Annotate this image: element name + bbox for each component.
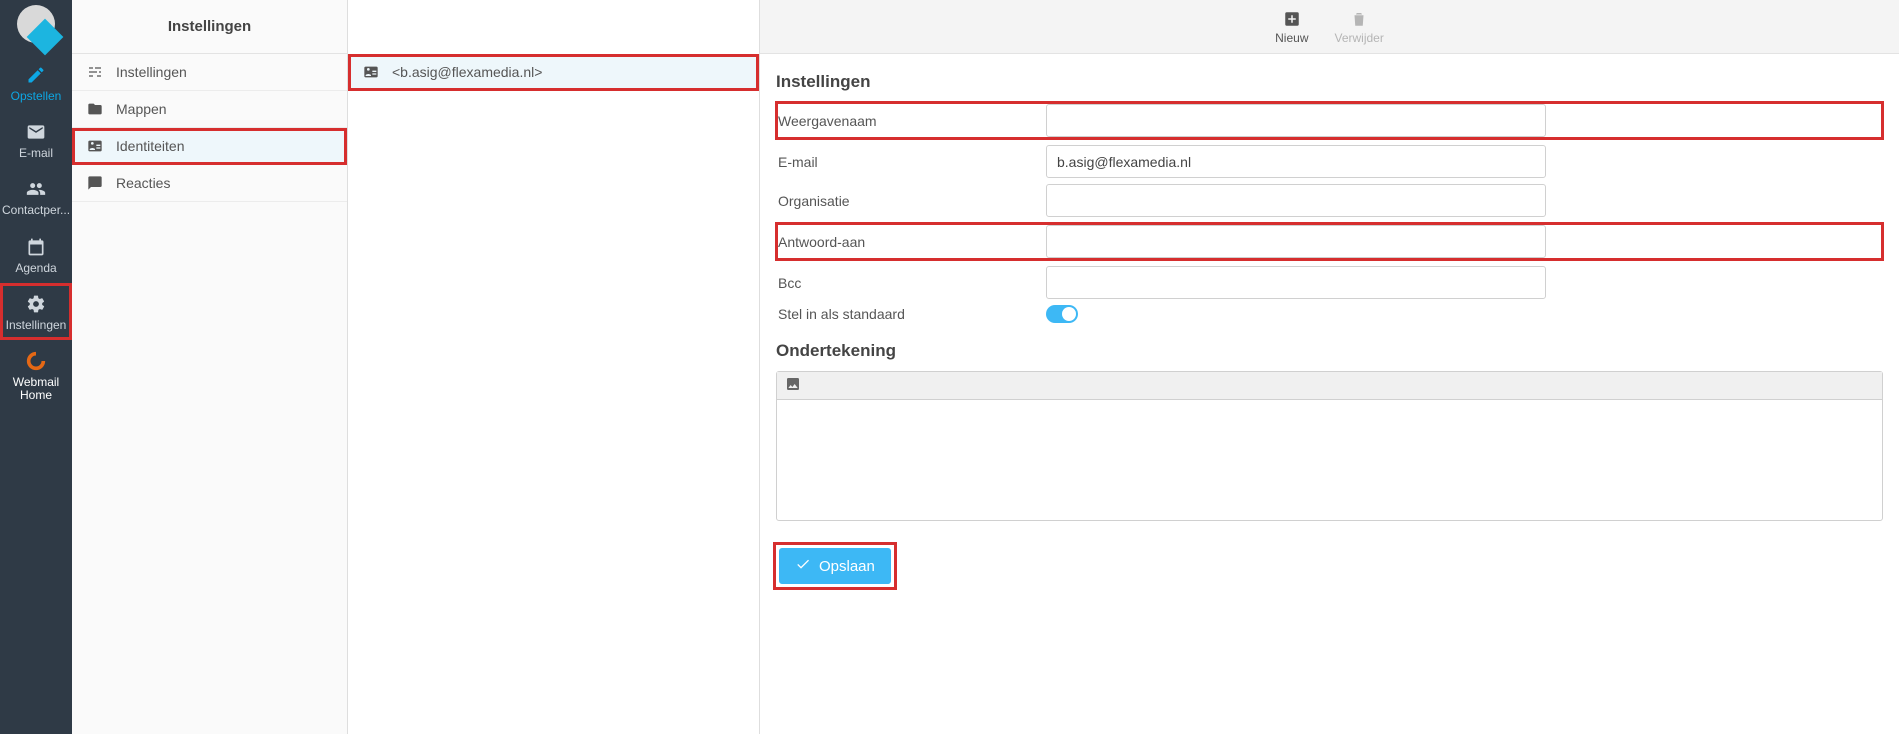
identity-form: Instellingen Weergavenaam E-mail Organis… [760,54,1899,607]
display-name-label: Weergavenaam [776,113,1046,129]
settings-menu-title: Instellingen [72,0,347,54]
display-name-input[interactable] [1046,104,1546,137]
contacts-icon [25,178,47,200]
sidebar-item-webmail-home[interactable]: Webmail Home [0,340,72,410]
reply-to-label: Antwoord-aan [776,234,1046,250]
reply-to-input[interactable] [1046,225,1546,258]
identity-toolbar: Nieuw Verwijder [760,0,1899,54]
plus-square-icon [1282,9,1302,29]
sidebar-item-settings[interactable]: Instellingen [0,283,72,340]
save-button-label: Opslaan [819,558,875,575]
sidebar-item-label: E-mail [19,147,53,160]
id-card-icon [362,63,380,81]
compose-icon [25,64,47,86]
settings-menu-item-identities[interactable]: Identiteiten [72,128,347,165]
identities-list: <b.asig@flexamedia.nl> [348,0,760,734]
sidebar-item-label: Webmail Home [2,376,70,402]
form-row-reply-to: Antwoord-aan [776,223,1883,260]
primary-sidebar: Opstellen E-mail Contactper... Agenda In… [0,0,72,734]
form-row-bcc: Bcc [776,266,1883,299]
cpanel-icon [25,350,47,372]
sliders-icon [86,63,104,81]
delete-identity-button: Verwijder [1335,9,1384,45]
settings-menu-item-label: Identiteiten [116,138,185,154]
sidebar-item-label: Agenda [15,262,56,275]
settings-menu-item-label: Reacties [116,175,170,191]
sidebar-item-label: Opstellen [11,90,62,103]
avatar-region[interactable] [0,0,72,54]
sidebar-item-agenda[interactable]: Agenda [0,226,72,283]
chat-icon [86,174,104,192]
trash-icon [1349,9,1369,29]
new-identity-button[interactable]: Nieuw [1275,9,1308,45]
identity-form-panel: Nieuw Verwijder Instellingen Weergavenaa… [760,0,1899,734]
bcc-input[interactable] [1046,266,1546,299]
settings-menu-item-folders[interactable]: Mappen [72,91,347,128]
organisation-input[interactable] [1046,184,1546,217]
save-button[interactable]: Opslaan [779,548,891,584]
signature-toolbar [777,372,1882,400]
settings-menu: Instellingen Instellingen Mappen Identit… [72,0,348,734]
form-row-email: E-mail [776,145,1883,178]
sidebar-item-label: Contactper... [2,204,70,217]
signature-textarea[interactable] [777,400,1882,520]
settings-menu-item-label: Mappen [116,101,167,117]
settings-menu-item-prefs[interactable]: Instellingen [72,54,347,91]
email-label: E-mail [776,154,1046,170]
form-row-display-name: Weergavenaam [776,102,1883,139]
mail-icon [25,121,47,143]
toolbar-btn-label: Nieuw [1275,31,1308,45]
sidebar-item-label: Instellingen [6,319,67,332]
bcc-label: Bcc [776,275,1046,291]
form-section-title: Instellingen [776,72,1883,92]
toolbar-btn-label: Verwijder [1335,31,1384,45]
signature-section-title: Ondertekening [776,341,1883,361]
sidebar-item-email[interactable]: E-mail [0,111,72,168]
gear-icon [25,293,47,315]
id-card-icon [86,137,104,155]
calendar-icon [25,236,47,258]
image-icon[interactable] [785,379,801,395]
signature-editor [776,371,1883,521]
set-default-label: Stel in als standaard [776,306,1046,322]
set-default-toggle[interactable] [1046,305,1078,323]
check-icon [795,556,811,576]
save-button-highlight: Opslaan [776,545,894,587]
organisation-label: Organisatie [776,193,1046,209]
identity-row-label: <b.asig@flexamedia.nl> [392,64,542,80]
identity-row-selected[interactable]: <b.asig@flexamedia.nl> [348,54,759,91]
email-input[interactable] [1046,145,1546,178]
sidebar-item-compose[interactable]: Opstellen [0,54,72,111]
settings-menu-item-responses[interactable]: Reacties [72,165,347,202]
sidebar-item-contacts[interactable]: Contactper... [0,168,72,225]
settings-menu-item-label: Instellingen [116,64,187,80]
form-row-set-default: Stel in als standaard [776,305,1883,323]
folder-icon [86,100,104,118]
form-row-organisation: Organisatie [776,184,1883,217]
